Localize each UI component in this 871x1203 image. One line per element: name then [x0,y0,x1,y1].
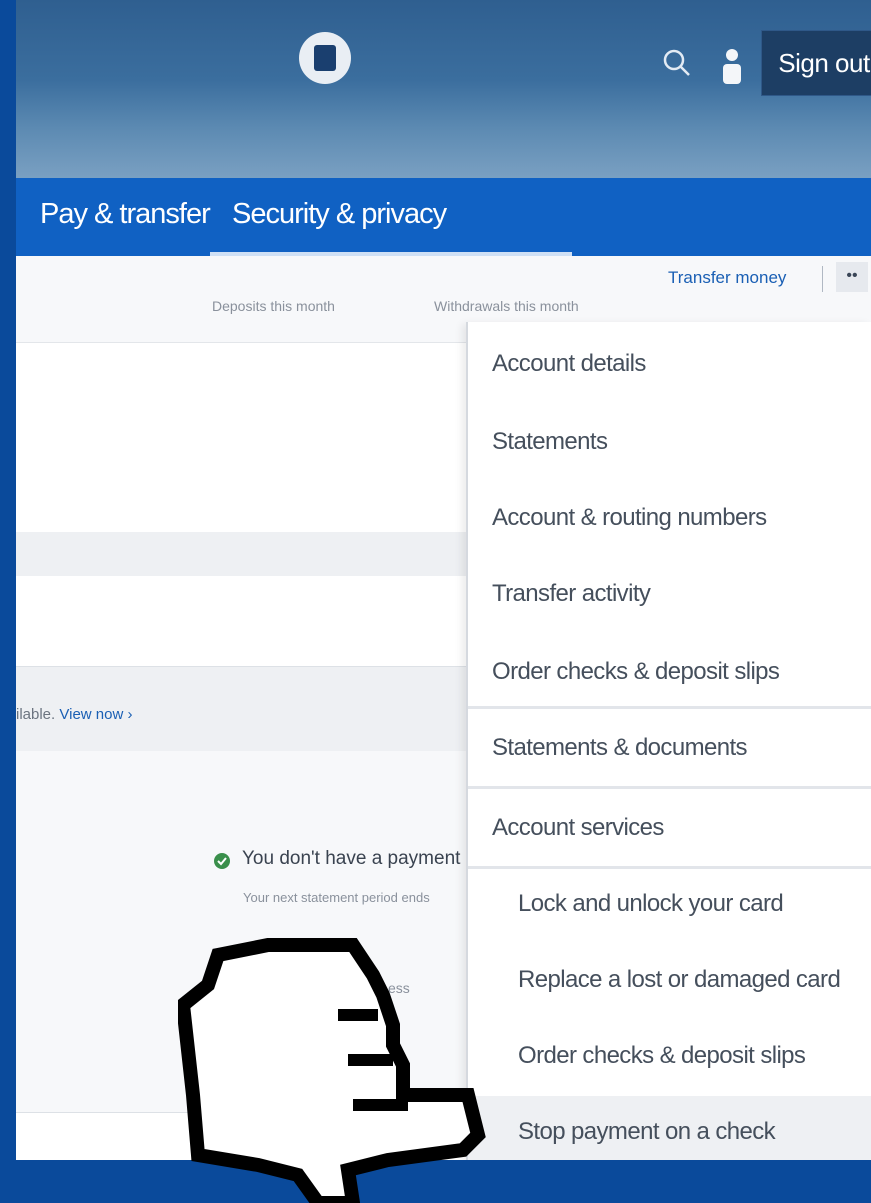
link-separator [822,266,823,292]
chase-logo-icon[interactable] [299,32,351,84]
payment-status-message: You don't have a payment [242,848,461,869]
main-nav: Pay & transfer Security & privacy [16,178,871,256]
checkmark-circle-icon [214,853,230,869]
menu-divider [468,866,871,869]
availability-label: ilable. [16,706,56,723]
view-now-link[interactable]: View now › [59,706,132,723]
menu-item-account-routing-numbers[interactable]: Account & routing numbers [492,504,767,532]
hand-pointer-cursor-icon [178,938,486,1203]
site-header: Sign out [16,0,871,178]
transfer-money-link[interactable]: Transfer money [668,268,786,288]
menu-item-statements[interactable]: Statements [492,428,608,456]
nav-item-pay-transfer[interactable]: Pay & transfer [40,198,211,231]
account-info-panel [16,576,476,666]
menu-subitem-order-checks[interactable]: Order checks & deposit slips [518,1042,806,1070]
account-options-menu: Account details Statements Account & rou… [466,322,871,1160]
section-divider-strip [16,532,476,576]
statement-period-note: Your next statement period ends [243,890,430,905]
availability-text: ilable. View now › [16,706,132,723]
menu-item-statements-documents[interactable]: Statements & documents [492,734,748,762]
search-icon[interactable] [662,48,692,78]
menu-item-account-details[interactable]: Account details [492,350,646,378]
sign-out-button[interactable]: Sign out [761,30,871,96]
frame-left-edge [0,0,16,1203]
menu-subitem-lock-card[interactable]: Lock and unlock your card [518,890,784,918]
menu-item-account-services[interactable]: Account services [492,814,664,842]
menu-item-order-checks[interactable]: Order checks & deposit slips [492,658,780,686]
user-icon[interactable] [719,46,745,86]
menu-subitem-stop-payment[interactable]: Stop payment on a check [518,1118,776,1146]
menu-divider [468,786,871,789]
menu-divider [468,706,871,709]
deposits-this-month-label: Deposits this month [212,298,335,314]
withdrawals-this-month-label: Withdrawals this month [434,298,579,314]
menu-item-transfer-activity[interactable]: Transfer activity [492,580,651,608]
menu-subitem-replace-card[interactable]: Replace a lost or damaged card [518,966,841,994]
nav-item-security-privacy[interactable]: Security & privacy [232,198,447,231]
more-options-button[interactable]: •• [836,262,868,292]
account-summary-panel [16,342,476,533]
